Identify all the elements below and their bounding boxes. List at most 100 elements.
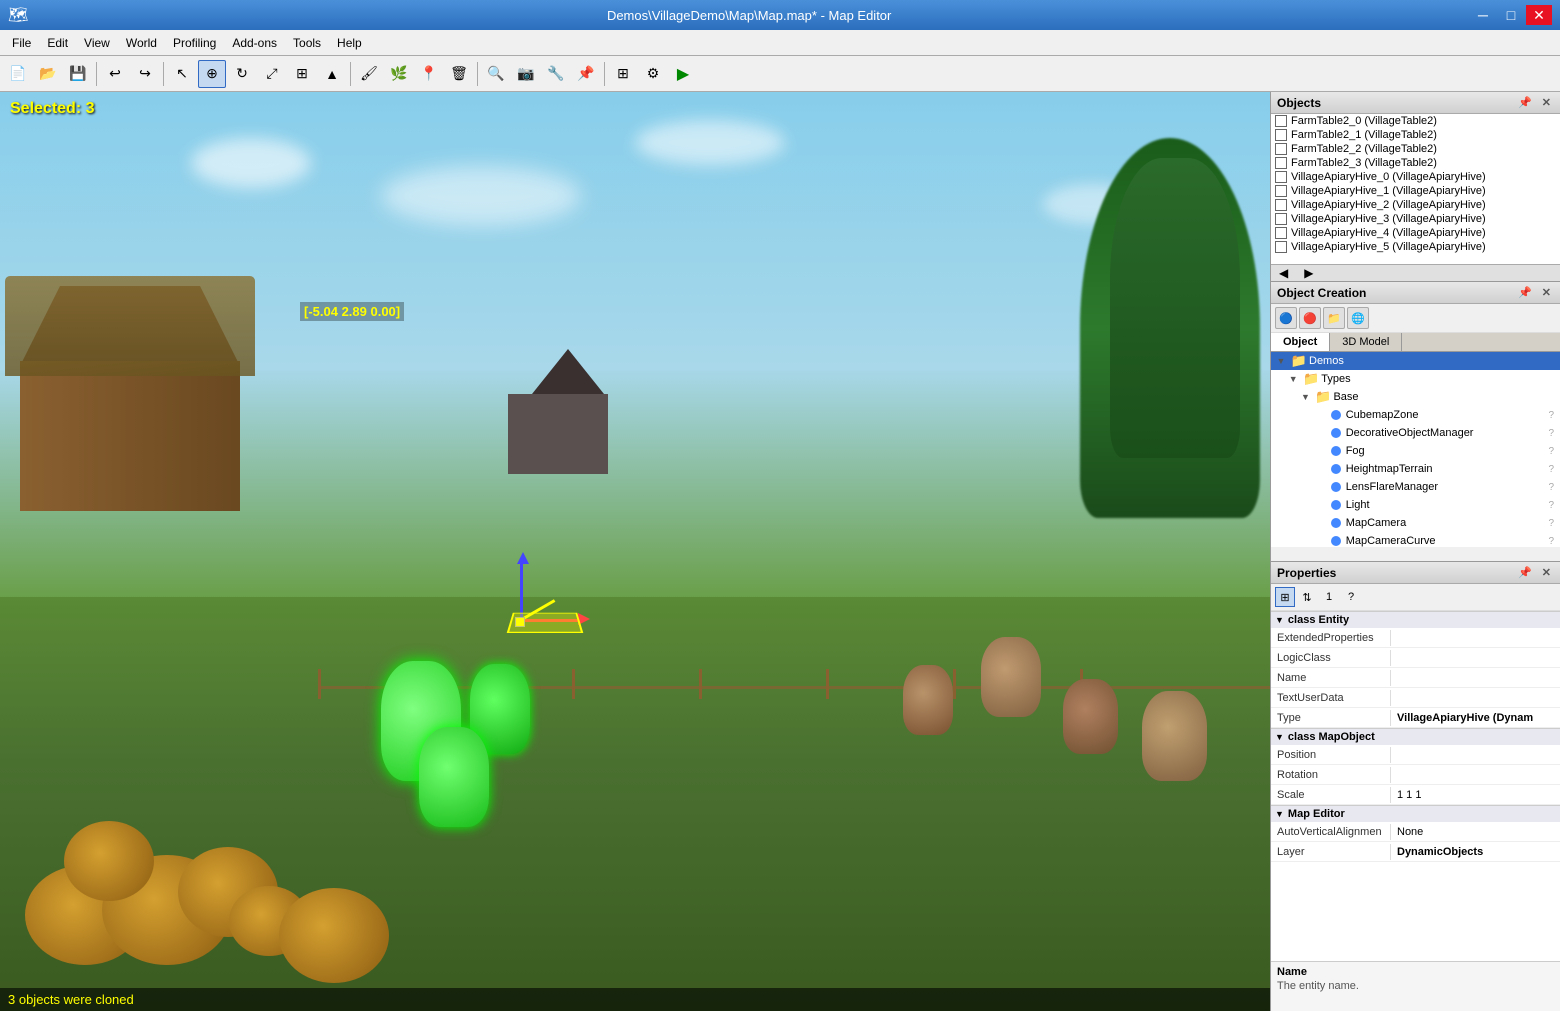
help-icon-10[interactable]: ? [1548, 536, 1554, 547]
new-button[interactable]: 📄 [4, 60, 32, 88]
tree-item-5[interactable]: Fog ? [1271, 442, 1560, 460]
prop-value-0-4[interactable]: VillageApiaryHive (Dynam [1391, 710, 1560, 726]
help-icon-3[interactable]: ? [1548, 410, 1554, 421]
creation-folder-btn[interactable]: 📁 [1323, 307, 1345, 329]
maximize-button[interactable]: □ [1498, 5, 1524, 25]
waypoint-button[interactable]: 📌 [572, 60, 600, 88]
help-icon-6[interactable]: ? [1548, 464, 1554, 475]
creation-edit-btn[interactable]: 🔴 [1299, 307, 1321, 329]
objects-list-item[interactable]: VillageApiaryHive_0 (VillageApiaryHive) [1271, 170, 1560, 184]
prop-value-0-0[interactable] [1391, 636, 1560, 640]
help-icon-9[interactable]: ? [1548, 518, 1554, 529]
prop-value-1-1[interactable] [1391, 773, 1560, 777]
menu-item-help[interactable]: Help [329, 34, 370, 52]
open-button[interactable]: 📂 [34, 60, 62, 88]
help-icon-8[interactable]: ? [1548, 500, 1554, 511]
props-grid-btn[interactable]: ⊞ [1275, 587, 1295, 607]
objects-list-item[interactable]: FarmTable2_0 (VillageTable2) [1271, 114, 1560, 128]
prop-value-0-1[interactable] [1391, 656, 1560, 660]
objects-list-item[interactable]: VillageApiaryHive_3 (VillageApiaryHive) [1271, 212, 1560, 226]
creation-new-btn[interactable]: 🔵 [1275, 307, 1297, 329]
obj-checkbox-0[interactable] [1275, 115, 1287, 127]
grid-button[interactable]: ⊞ [609, 60, 637, 88]
objects-list-item[interactable]: VillageApiaryHive_5 (VillageApiaryHive) [1271, 240, 1560, 254]
scale-button[interactable]: ⤢ [258, 60, 286, 88]
tree-item-3[interactable]: CubemapZone ? [1271, 406, 1560, 424]
prop-value-2-1[interactable]: DynamicObjects [1391, 844, 1560, 860]
help-icon-5[interactable]: ? [1548, 446, 1554, 457]
objects-list-item[interactable]: FarmTable2_3 (VillageTable2) [1271, 156, 1560, 170]
obj-checkbox-2[interactable] [1275, 143, 1287, 155]
menu-item-edit[interactable]: Edit [39, 34, 76, 52]
redo-button[interactable]: ↪ [131, 60, 159, 88]
save-button[interactable]: 💾 [64, 60, 92, 88]
props-help-btn[interactable]: ? [1341, 587, 1361, 607]
properties-close-btn[interactable]: ✕ [1539, 565, 1554, 580]
menu-item-tools[interactable]: Tools [285, 34, 329, 52]
prop-value-2-0[interactable]: None [1391, 824, 1560, 840]
settings-button[interactable]: ⚙ [639, 60, 667, 88]
snap-button[interactable]: ⊞ [288, 60, 316, 88]
menu-item-profiling[interactable]: Profiling [165, 34, 224, 52]
search-button[interactable]: 🔍 [482, 60, 510, 88]
tree-expand-1[interactable]: ▼ [1285, 371, 1301, 387]
objects-scroll-left[interactable]: ◀ [1271, 265, 1296, 281]
help-icon-4[interactable]: ? [1548, 428, 1554, 439]
rotate-button[interactable]: ↻ [228, 60, 256, 88]
menu-item-file[interactable]: File [4, 34, 39, 52]
paint-button[interactable]: 🖌 [355, 60, 383, 88]
objects-pin-btn[interactable]: 📌 [1515, 95, 1535, 110]
props-filter-btn[interactable]: 1 [1319, 587, 1339, 607]
menu-item-add-ons[interactable]: Add-ons [224, 34, 285, 52]
obj-checkbox-3[interactable] [1275, 157, 1287, 169]
objects-list[interactable]: FarmTable2_0 (VillageTable2)FarmTable2_1… [1271, 114, 1560, 264]
props-group-header-0[interactable]: ▼class Entity [1271, 611, 1560, 628]
obj-checkbox-5[interactable] [1275, 185, 1287, 197]
creation-pin-btn[interactable]: 📌 [1515, 285, 1535, 300]
tree-item-1[interactable]: ▼ 📁 Types [1271, 370, 1560, 388]
tree-item-9[interactable]: MapCamera ? [1271, 514, 1560, 532]
tab-3dmodel[interactable]: 3D Model [1330, 333, 1402, 351]
properties-pin-btn[interactable]: 📌 [1515, 565, 1535, 580]
tree-expand-0[interactable]: ▼ [1273, 353, 1289, 369]
props-sort-btn[interactable]: ⇅ [1297, 587, 1317, 607]
objects-list-item[interactable]: FarmTable2_1 (VillageTable2) [1271, 128, 1560, 142]
creation-tree[interactable]: ▼ 📁 Demos ▼ 📁 Types ▼ 📁 Base CubemapZone… [1271, 352, 1560, 547]
tree-item-6[interactable]: HeightmapTerrain ? [1271, 460, 1560, 478]
props-group-header-2[interactable]: ▼Map Editor [1271, 805, 1560, 822]
objects-list-item[interactable]: VillageApiaryHive_4 (VillageApiaryHive) [1271, 226, 1560, 240]
terrain-button[interactable]: ▲ [318, 60, 346, 88]
viewport[interactable]: Selected: 3 [-5.04 2.89 0.00] 3 objects … [0, 92, 1270, 1011]
prop-value-1-2[interactable]: 1 1 1 [1391, 787, 1560, 803]
obj-checkbox-1[interactable] [1275, 129, 1287, 141]
minimize-button[interactable]: ─ [1470, 5, 1496, 25]
objects-close-btn[interactable]: ✕ [1539, 95, 1554, 110]
close-button[interactable]: ✕ [1526, 5, 1552, 25]
foliage-button[interactable]: 🌿 [385, 60, 413, 88]
objects-list-item[interactable]: FarmTable2_2 (VillageTable2) [1271, 142, 1560, 156]
obj-checkbox-7[interactable] [1275, 213, 1287, 225]
props-content[interactable]: ▼class Entity ExtendedProperties LogicCl… [1271, 611, 1560, 961]
obj-checkbox-9[interactable] [1275, 241, 1287, 253]
prop-value-0-3[interactable] [1391, 696, 1560, 700]
camera-button[interactable]: 📷 [512, 60, 540, 88]
menu-item-view[interactable]: View [76, 34, 118, 52]
place-button[interactable]: 📍 [415, 60, 443, 88]
obj-checkbox-8[interactable] [1275, 227, 1287, 239]
objects-list-item[interactable]: VillageApiaryHive_1 (VillageApiaryHive) [1271, 184, 1560, 198]
obj-checkbox-4[interactable] [1275, 171, 1287, 183]
help-icon-7[interactable]: ? [1548, 482, 1554, 493]
tree-expand-2[interactable]: ▼ [1297, 389, 1313, 405]
creation-globe-btn[interactable]: 🌐 [1347, 307, 1369, 329]
undo-button[interactable]: ↩ [101, 60, 129, 88]
creation-close-btn[interactable]: ✕ [1539, 285, 1554, 300]
select-button[interactable]: ↖ [168, 60, 196, 88]
tree-item-7[interactable]: LensFlareManager ? [1271, 478, 1560, 496]
props-group-header-1[interactable]: ▼class MapObject [1271, 728, 1560, 745]
play-button[interactable]: ▶ [669, 60, 697, 88]
delete-button[interactable]: 🗑 [445, 60, 473, 88]
prop-value-0-2[interactable] [1391, 676, 1560, 680]
obj-checkbox-6[interactable] [1275, 199, 1287, 211]
tree-item-8[interactable]: Light ? [1271, 496, 1560, 514]
tree-item-4[interactable]: DecorativeObjectManager ? [1271, 424, 1560, 442]
